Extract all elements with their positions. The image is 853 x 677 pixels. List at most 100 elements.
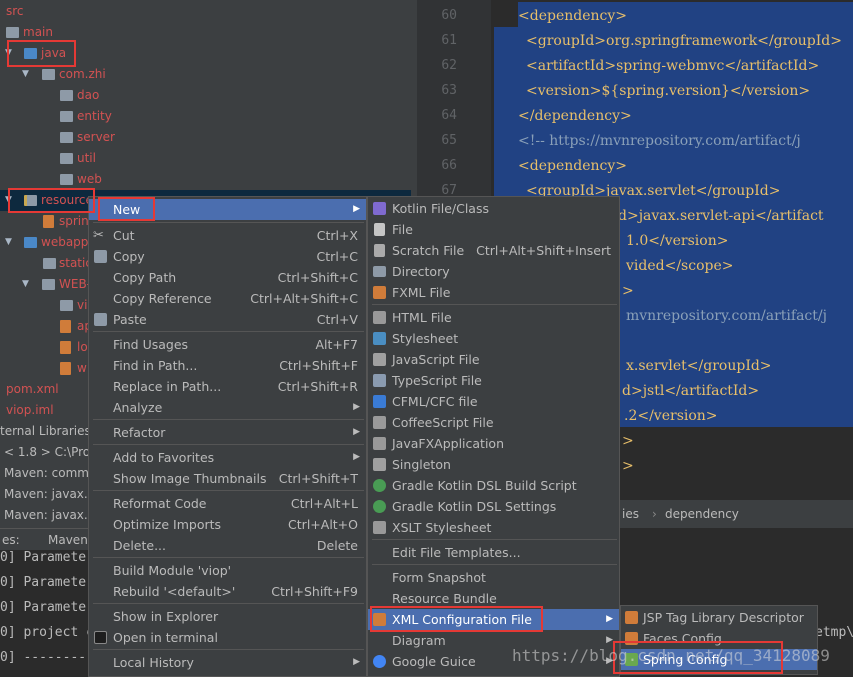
menu-item-javafx-application[interactable]: JavaFXApplication xyxy=(368,433,619,454)
menu-item-cut[interactable]: ✂ Cut Ctrl+X xyxy=(89,225,366,246)
chevron-right-icon: ▶ xyxy=(353,402,360,412)
singleton-icon xyxy=(373,458,386,471)
css-icon xyxy=(373,332,386,345)
html-icon xyxy=(373,311,386,324)
tree-item-dao[interactable]: dao xyxy=(0,85,411,106)
menu-item-optimize-imports[interactable]: Optimize Imports Ctrl+Alt+O xyxy=(89,514,366,535)
menu-item-stylesheet[interactable]: Stylesheet xyxy=(368,328,619,349)
menu-item-show-thumbnails[interactable]: Show Image Thumbnails Ctrl+Shift+T xyxy=(89,468,366,489)
chevron-right-icon: ▶ xyxy=(353,427,360,437)
menu-item-form-snapshot[interactable]: Form Snapshot xyxy=(368,567,619,588)
xml-file-icon xyxy=(60,362,71,375)
xslt-icon xyxy=(373,521,386,534)
scissors-icon: ✂ xyxy=(93,228,104,243)
package-icon xyxy=(60,174,73,185)
menu-item-local-history[interactable]: Local History ▶ xyxy=(89,652,366,673)
xml-file-icon xyxy=(60,320,71,333)
separator xyxy=(93,603,364,604)
tree-item-util[interactable]: util xyxy=(0,148,411,169)
menu-item-scratch-file[interactable]: Scratch File Ctrl+Alt+Shift+Insert xyxy=(368,240,619,261)
menu-item-typescript-file[interactable]: TypeScript File xyxy=(368,370,619,391)
paste-icon xyxy=(94,313,107,326)
tree-item-main[interactable]: main xyxy=(0,22,411,43)
gradle-icon xyxy=(373,500,386,513)
menu-item-copy-path[interactable]: Copy Path Ctrl+Shift+C xyxy=(89,267,366,288)
separator xyxy=(93,649,364,650)
package-icon xyxy=(60,90,73,101)
folder-icon xyxy=(60,300,73,311)
menu-item-singleton[interactable]: Singleton xyxy=(368,454,619,475)
menu-item-open-terminal[interactable]: Open in terminal xyxy=(89,627,366,648)
chevron-right-icon: ▶ xyxy=(353,657,360,667)
menu-item-directory[interactable]: Directory xyxy=(368,261,619,282)
chevron-right-icon: ▶ xyxy=(606,614,613,624)
folder-icon xyxy=(6,27,19,38)
chevron-down-icon: ▼ xyxy=(5,195,12,205)
menu-item-refactor[interactable]: Refactor ▶ xyxy=(89,422,366,443)
menu-item-fxml-file[interactable]: FXML File xyxy=(368,282,619,303)
menu-item-find-in-path[interactable]: Find in Path... Ctrl+Shift+F xyxy=(89,355,366,376)
file-icon xyxy=(374,223,385,236)
menu-item-delete[interactable]: Delete... Delete xyxy=(89,535,366,556)
menu-item-cfml-file[interactable]: CFML/CFC file xyxy=(368,391,619,412)
tree-item-server[interactable]: server xyxy=(0,127,411,148)
context-menu: New ▶ ✂ Cut Ctrl+X Copy Ctrl+C Copy Path Ctrl… xyxy=(88,196,367,677)
separator xyxy=(93,222,364,223)
menu-item-copy-reference[interactable]: Copy Reference Ctrl+Alt+Shift+C xyxy=(89,288,366,309)
separator xyxy=(93,557,364,558)
menu-item-kotlin-file[interactable]: Kotlin File/Class xyxy=(368,198,619,219)
menu-item-xslt-stylesheet[interactable]: XSLT Stylesheet xyxy=(368,517,619,538)
xml-config-icon xyxy=(373,613,386,626)
menu-item-jsp-tag-library[interactable]: JSP Tag Library Descriptor xyxy=(621,607,817,628)
menu-item-new[interactable]: New ▶ xyxy=(89,199,366,220)
folder-icon xyxy=(43,258,56,269)
menu-item-rebuild[interactable]: Rebuild '<default>' Ctrl+Shift+F9 xyxy=(89,581,366,602)
menu-item-xml-configuration-file[interactable]: XML Configuration File ▶ xyxy=(368,609,619,630)
watermark: https://blog.csdn.net/qq_34128089 xyxy=(512,646,830,665)
js-icon xyxy=(373,353,386,366)
menu-item-edit-file-templates[interactable]: Edit File Templates... xyxy=(368,542,619,563)
breadcrumb-item[interactable]: dependency xyxy=(665,500,739,528)
menu-item-paste[interactable]: Paste Ctrl+V xyxy=(89,309,366,330)
separator xyxy=(372,564,617,565)
tree-item-java[interactable]: ▼ java xyxy=(0,43,411,64)
menu-item-resource-bundle[interactable]: Resource Bundle xyxy=(368,588,619,609)
menu-item-show-in-explorer[interactable]: Show in Explorer xyxy=(89,606,366,627)
chevron-down-icon: ▼ xyxy=(22,279,29,289)
menu-item-analyze[interactable]: Analyze ▶ xyxy=(89,397,366,418)
chevron-down-icon: ▼ xyxy=(5,237,12,247)
package-icon xyxy=(60,111,73,122)
chevron-right-icon: ▶ xyxy=(353,452,360,462)
fxml-icon xyxy=(373,286,386,299)
package-icon xyxy=(60,153,73,164)
menu-item-add-to-favorites[interactable]: Add to Favorites ▶ xyxy=(89,447,366,468)
menu-item-copy[interactable]: Copy Ctrl+C xyxy=(89,246,366,267)
separator xyxy=(93,419,364,420)
package-icon xyxy=(42,69,55,80)
breadcrumb: ies › dependency xyxy=(620,500,853,528)
menu-item-reformat-code[interactable]: Reformat Code Ctrl+Alt+L xyxy=(89,493,366,514)
chevron-down-icon: ▼ xyxy=(5,48,12,58)
folder-icon xyxy=(373,266,386,277)
gradle-icon xyxy=(373,479,386,492)
tree-item-entity[interactable]: entity xyxy=(0,106,411,127)
menu-item-coffeescript-file[interactable]: CoffeeScript File xyxy=(368,412,619,433)
tld-icon xyxy=(625,611,638,624)
menu-item-find-usages[interactable]: Find Usages Alt+F7 xyxy=(89,334,366,355)
tree-item-com-zhi[interactable]: ▼ com.zhi xyxy=(0,64,411,85)
menu-item-build-module[interactable]: Build Module 'viop' xyxy=(89,560,366,581)
resources-folder-icon xyxy=(24,195,37,206)
faces-icon xyxy=(625,632,638,645)
menu-item-javascript-file[interactable]: JavaScript File xyxy=(368,349,619,370)
coffee-icon xyxy=(373,416,386,429)
source-folder-icon xyxy=(24,48,37,59)
menu-item-gradle-settings[interactable]: Gradle Kotlin DSL Settings xyxy=(368,496,619,517)
menu-item-gradle-build-script[interactable]: Gradle Kotlin DSL Build Script xyxy=(368,475,619,496)
menu-item-replace-in-path[interactable]: Replace in Path... Ctrl+Shift+R xyxy=(89,376,366,397)
menu-item-file[interactable]: File xyxy=(368,219,619,240)
menu-item-html-file[interactable]: HTML File xyxy=(368,307,619,328)
tree-item-web[interactable]: web xyxy=(0,169,411,190)
tree-item-src[interactable]: src xyxy=(0,1,411,22)
breadcrumb-item[interactable]: ies xyxy=(622,500,639,528)
terminal-icon xyxy=(94,631,107,644)
